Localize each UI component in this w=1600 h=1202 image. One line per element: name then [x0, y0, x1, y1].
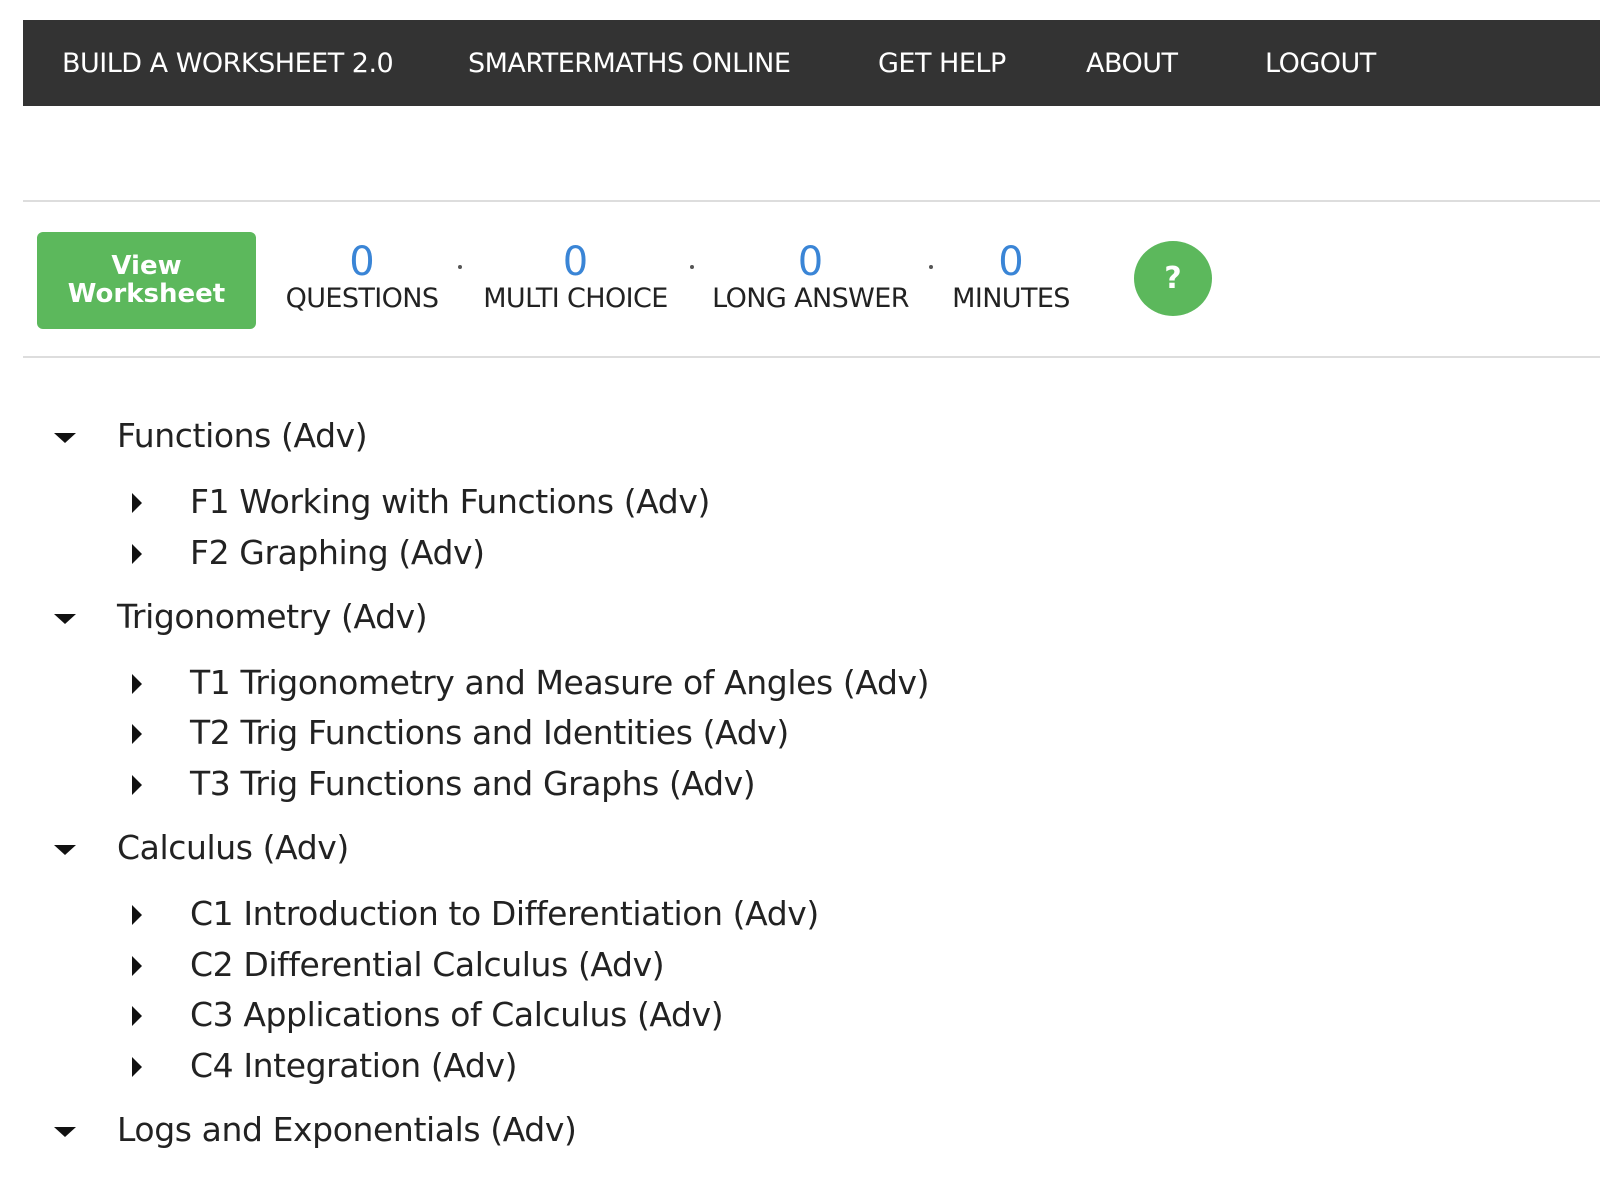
caret-right-icon[interactable] [132, 544, 142, 564]
subtopic-row[interactable]: C3 Applications of Calculus (Adv) [0, 995, 1600, 1039]
topic-row-calculus[interactable]: Calculus (Adv) [0, 828, 1600, 872]
view-worksheet-label: View Worksheet [67, 251, 226, 309]
subtopic-row[interactable]: F1 Working with Functions (Adv) [0, 482, 1600, 526]
caret-down-icon[interactable] [54, 1127, 76, 1137]
subtopic-label[interactable]: C2 Differential Calculus (Adv) [190, 945, 665, 985]
topic-row-trigonometry[interactable]: Trigonometry (Adv) [0, 597, 1600, 641]
stat-long-answer-label: LONG ANSWER [712, 283, 909, 314]
caret-down-icon[interactable] [54, 614, 76, 624]
stat-questions-label: QUESTIONS [285, 283, 439, 314]
subtopic-label[interactable]: F2 Graphing (Adv) [190, 533, 485, 573]
caret-right-icon[interactable] [132, 493, 142, 513]
subtopic-row[interactable]: C4 Integration (Adv) [0, 1046, 1600, 1090]
caret-right-icon[interactable] [132, 724, 142, 744]
subtopic-label[interactable]: C4 Integration (Adv) [190, 1046, 517, 1086]
subtopic-label[interactable]: C1 Introduction to Differentiation (Adv) [190, 894, 819, 934]
stat-minutes-value: 0 [998, 239, 1024, 285]
subtopic-row[interactable]: T3 Trig Functions and Graphs (Adv) [0, 764, 1600, 808]
subtopic-label[interactable]: F1 Working with Functions (Adv) [190, 482, 710, 522]
stat-questions: 0 QUESTIONS [284, 240, 440, 314]
stat-questions-value: 0 [349, 239, 375, 285]
stat-separator-dot [458, 265, 462, 269]
caret-right-icon[interactable] [132, 905, 142, 925]
caret-right-icon[interactable] [132, 956, 142, 976]
nav-build-a-worksheet[interactable]: BUILD A WORKSHEET 2.0 [62, 20, 394, 106]
caret-right-icon[interactable] [132, 1057, 142, 1077]
subtopic-row[interactable]: C1 Introduction to Differentiation (Adv) [0, 894, 1600, 938]
caret-right-icon[interactable] [132, 674, 142, 694]
subtopic-label[interactable]: C3 Applications of Calculus (Adv) [190, 995, 724, 1035]
topic-label[interactable]: Calculus (Adv) [117, 828, 349, 868]
stat-multi-choice-label: MULTI CHOICE [483, 283, 668, 314]
view-worksheet-button[interactable]: View Worksheet [37, 232, 256, 329]
caret-down-icon[interactable] [54, 845, 76, 855]
stat-minutes-label: MINUTES [952, 283, 1070, 314]
divider-top [23, 200, 1600, 202]
divider-toolbar [23, 356, 1600, 358]
subtopic-label[interactable]: T1 Trigonometry and Measure of Angles (A… [190, 663, 930, 703]
nav-logout[interactable]: LOGOUT [1265, 20, 1376, 106]
stat-multi-choice-value: 0 [562, 239, 589, 285]
stat-multi-choice: 0 MULTI CHOICE [479, 240, 672, 314]
topic-label[interactable]: Logs and Exponentials (Adv) [117, 1110, 577, 1150]
topic-row-functions[interactable]: Functions (Adv) [0, 416, 1600, 460]
stat-long-answer: 0 LONG ANSWER [710, 240, 911, 314]
subtopic-label[interactable]: T2 Trig Functions and Identities (Adv) [190, 713, 789, 753]
stat-minutes: 0 MINUTES [949, 240, 1073, 314]
caret-right-icon[interactable] [132, 775, 142, 795]
subtopic-row[interactable]: T2 Trig Functions and Identities (Adv) [0, 713, 1600, 757]
help-button[interactable]: ? [1134, 241, 1212, 316]
nav-about[interactable]: ABOUT [1086, 20, 1178, 106]
subtopic-row[interactable]: T1 Trigonometry and Measure of Angles (A… [0, 663, 1600, 707]
stat-long-answer-value: 0 [797, 239, 824, 285]
topic-label[interactable]: Trigonometry (Adv) [117, 597, 428, 637]
topic-row-logs-exponentials[interactable]: Logs and Exponentials (Adv) [0, 1110, 1600, 1154]
subtopic-label[interactable]: T3 Trig Functions and Graphs (Adv) [190, 764, 756, 804]
stat-separator-dot [690, 265, 694, 269]
top-navbar: BUILD A WORKSHEET 2.0 SMARTERMATHS ONLIN… [23, 20, 1600, 106]
question-mark-icon: ? [1164, 261, 1182, 296]
caret-down-icon[interactable] [54, 433, 76, 443]
subtopic-row[interactable]: F2 Graphing (Adv) [0, 533, 1600, 577]
nav-get-help[interactable]: GET HELP [878, 20, 1006, 106]
nav-smartermaths-online[interactable]: SMARTERMATHS ONLINE [468, 20, 791, 106]
subtopic-row[interactable]: C2 Differential Calculus (Adv) [0, 945, 1600, 989]
stat-separator-dot [929, 265, 933, 269]
caret-right-icon[interactable] [132, 1006, 142, 1026]
topic-label[interactable]: Functions (Adv) [117, 416, 368, 456]
